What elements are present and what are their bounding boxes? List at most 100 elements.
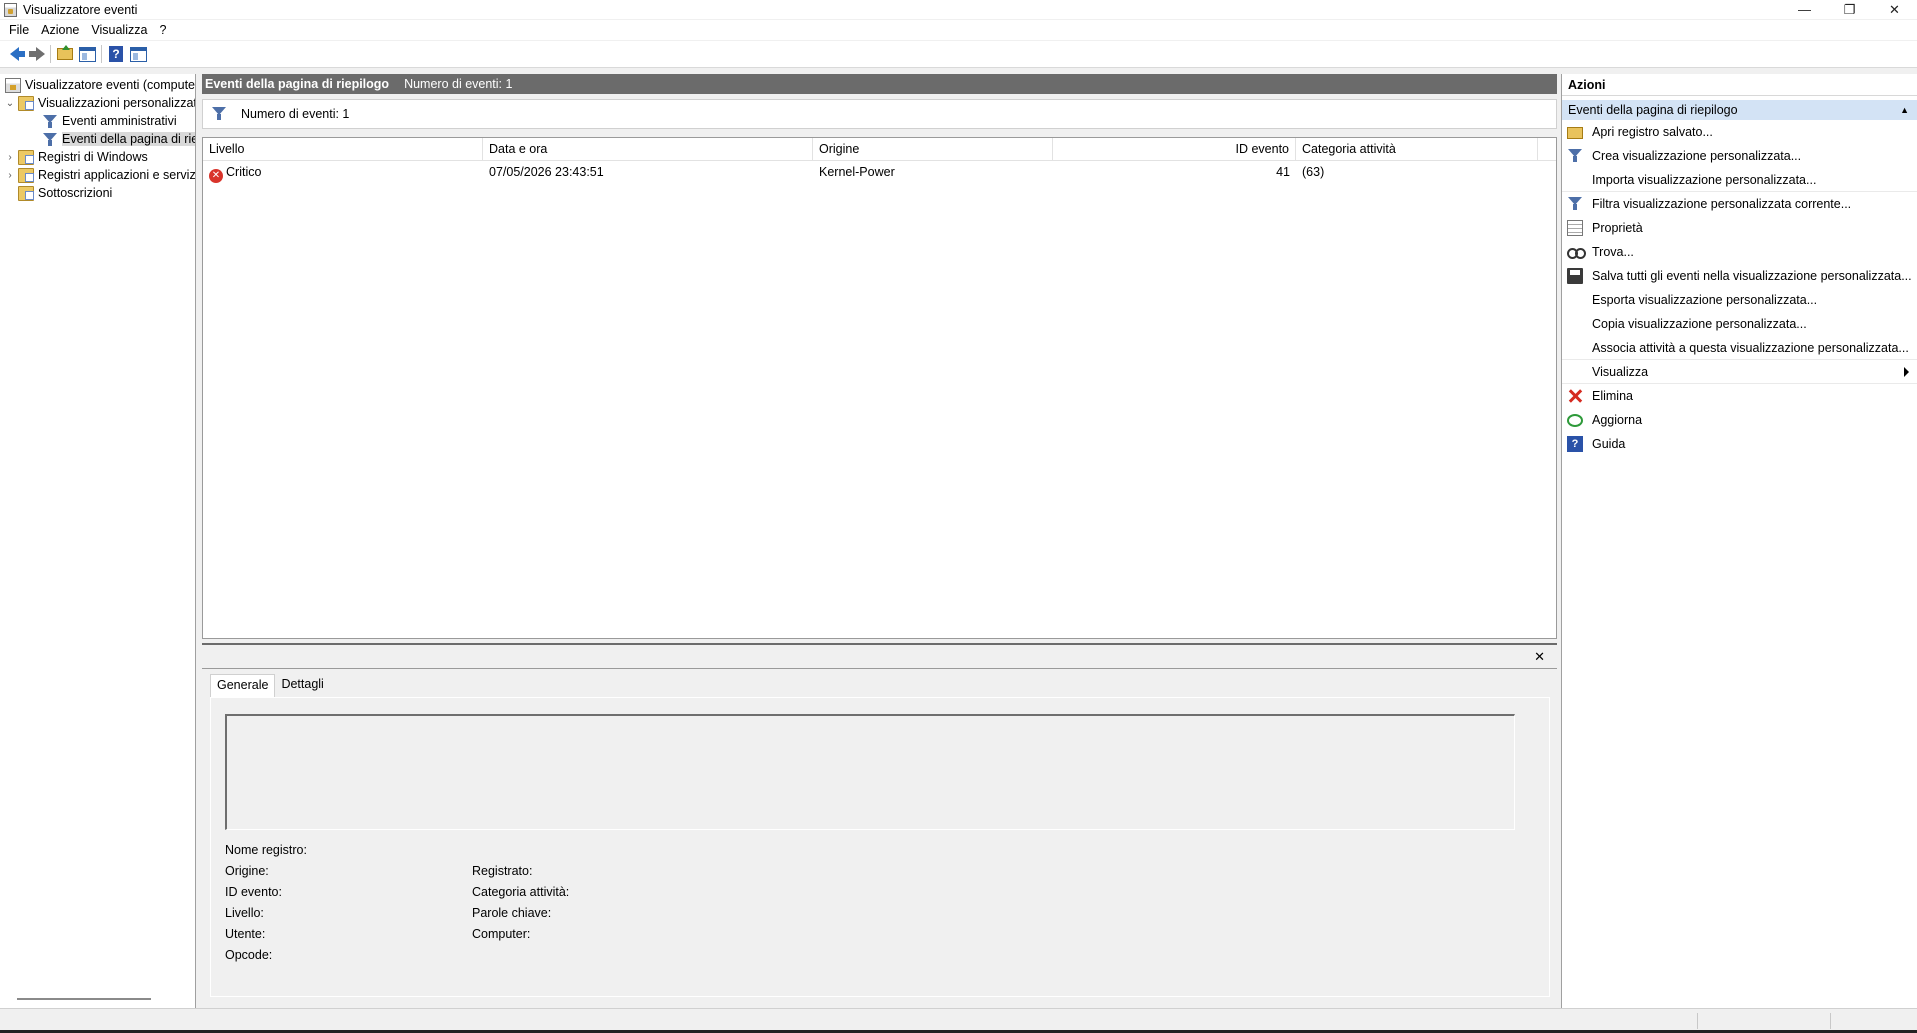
horizontal-scrollbar[interactable] — [17, 998, 151, 1000]
submenu-arrow-icon — [1904, 367, 1909, 377]
chevron-down-icon[interactable]: ⌄ — [5, 98, 15, 109]
menu-file[interactable]: File — [3, 23, 35, 37]
action-refresh[interactable]: Aggiorna — [1562, 408, 1917, 432]
minimize-button[interactable]: — — [1782, 0, 1827, 19]
tree-item-label: Registri applicazioni e servizi — [38, 168, 196, 182]
action-properties[interactable]: Proprietà — [1562, 216, 1917, 240]
back-button[interactable] — [3, 43, 25, 65]
view-title: Eventi della pagina di riepilogo — [205, 77, 390, 91]
column-header-source[interactable]: Origine — [813, 138, 1053, 161]
field-source: Origine: — [225, 864, 269, 878]
action-save-all-events[interactable]: Salva tutti gli eventi nella visualizzaz… — [1562, 264, 1917, 288]
menu-help[interactable]: ? — [153, 23, 172, 37]
close-button[interactable]: ✕ — [1872, 0, 1917, 19]
event-description-box[interactable] — [225, 714, 1515, 830]
save-icon — [1567, 268, 1583, 284]
collapse-icon[interactable]: ▲ — [1900, 100, 1909, 120]
column-header-level[interactable]: Livello — [203, 138, 483, 161]
filter-event-count: Numero di eventi: 1 — [241, 107, 350, 121]
action-label: Filtra visualizzazione personalizzata co… — [1592, 197, 1852, 211]
tree-item-label: Visualizzatore eventi (computer locale) — [25, 78, 196, 92]
up-one-level-button[interactable] — [54, 43, 76, 65]
table-row[interactable]: ✕ Critico 07/05/2026 23:43:51 Kernel-Powe… — [203, 162, 1556, 183]
toolbar-separator — [101, 45, 102, 63]
field-task-category: Categoria attività: — [472, 885, 570, 899]
folder-icon — [18, 167, 34, 183]
chevron-right-icon[interactable]: › — [5, 170, 15, 181]
show-hide-console-tree-button[interactable] — [76, 43, 98, 65]
event-viewer-icon — [5, 77, 21, 93]
event-viewer-icon — [4, 2, 17, 17]
events-table: Livello Data e ora Origine ID evento Cat… — [202, 137, 1557, 639]
cell-source: Kernel-Power — [819, 165, 895, 179]
action-export-custom-view[interactable]: Esporta visualizzazione personalizzata..… — [1562, 288, 1917, 312]
action-delete[interactable]: Elimina — [1562, 384, 1917, 408]
blank-icon — [1567, 340, 1583, 356]
action-label: Guida — [1592, 437, 1626, 451]
filter-icon — [1567, 196, 1583, 212]
action-label: Associa attività a questa visualizzazion… — [1592, 340, 1909, 355]
help-icon: ? — [1567, 436, 1583, 452]
show-hide-console-tree-icon — [78, 46, 96, 62]
action-view-submenu[interactable]: Visualizza — [1562, 360, 1917, 384]
field-computer: Computer: — [472, 927, 531, 941]
close-icon[interactable]: ✕ — [1534, 649, 1545, 665]
action-import-custom-view[interactable]: Importa visualizzazione personalizzata..… — [1562, 168, 1917, 192]
blank-icon — [1567, 316, 1583, 332]
menu-azione[interactable]: Azione — [35, 23, 85, 37]
action-label: Proprietà — [1592, 221, 1643, 235]
title-bar: Visualizzatore eventi — ❐ ✕ — [0, 0, 1917, 19]
show-hide-action-pane-icon — [129, 46, 147, 62]
filter-icon — [42, 114, 58, 129]
forward-button[interactable] — [25, 43, 47, 65]
tree-item-admin-events[interactable]: Eventi amministrativi — [42, 112, 177, 130]
action-help[interactable]: ? Guida — [1562, 432, 1917, 456]
find-icon — [1567, 244, 1586, 260]
folder-icon — [18, 149, 34, 165]
field-logged: Registrato: — [472, 864, 533, 878]
column-header-datetime[interactable]: Data e ora — [483, 138, 813, 161]
details-tabs: Generale Dettagli — [210, 674, 330, 697]
forward-arrow-icon — [28, 47, 45, 61]
help-icon: ? — [109, 46, 123, 62]
show-hide-action-pane-button[interactable] — [127, 43, 149, 65]
action-label: Elimina — [1592, 389, 1633, 403]
tree-item-event-viewer[interactable]: Visualizzatore eventi (computer locale) — [5, 76, 196, 94]
action-filter-current-view[interactable]: Filtra visualizzazione personalizzata co… — [1562, 192, 1917, 216]
menu-visualizza[interactable]: Visualizza — [85, 23, 153, 37]
toolbar: ? — [0, 41, 1917, 68]
column-header-event-id[interactable]: ID evento — [1053, 138, 1296, 161]
tree-item-label: Sottoscrizioni — [38, 186, 113, 200]
tree-item-windows-logs[interactable]: › Registri di Windows — [5, 148, 148, 166]
action-open-saved-log[interactable]: Apri registro salvato... — [1562, 120, 1917, 144]
action-copy-custom-view[interactable]: Copia visualizzazione personalizzata... — [1562, 312, 1917, 336]
tree-item-subscriptions[interactable]: Sottoscrizioni — [18, 184, 112, 202]
action-label: Salva tutti gli eventi nella visualizzaz… — [1592, 269, 1912, 283]
back-arrow-icon — [9, 47, 25, 61]
action-label: Importa visualizzazione personalizzata..… — [1592, 172, 1817, 187]
tree-item-app-service-logs[interactable]: › Registri applicazioni e servizi — [5, 166, 196, 184]
action-find[interactable]: Trova... — [1562, 240, 1917, 264]
actions-title: Azioni — [1562, 74, 1917, 96]
tab-generale[interactable]: Generale — [210, 674, 276, 697]
critical-icon: ✕ — [209, 169, 223, 183]
field-opcode: Opcode: — [225, 948, 273, 962]
help-button[interactable]: ? — [105, 43, 127, 65]
restore-button[interactable]: ❐ — [1827, 0, 1872, 19]
tree-item-label: Visualizzazioni personalizzate — [38, 96, 196, 110]
tab-dettagli[interactable]: Dettagli — [275, 674, 329, 697]
action-create-custom-view[interactable]: Crea visualizzazione personalizzata... — [1562, 144, 1917, 168]
tree-item-summary-page-events[interactable]: Eventi della pagina di riepilogo — [42, 130, 195, 148]
level-text: Critico — [226, 165, 262, 179]
folder-icon — [18, 95, 34, 111]
column-header-task-category[interactable]: Categoria attività — [1296, 138, 1538, 161]
filter-bar: Numero di eventi: 1 — [202, 99, 1557, 129]
action-attach-task[interactable]: Associa attività a questa visualizzazion… — [1562, 336, 1917, 360]
field-keywords: Parole chiave: — [472, 906, 552, 920]
chevron-right-icon[interactable]: › — [5, 152, 15, 163]
actions-group-header[interactable]: Eventi della pagina di riepilogo ▲ — [1562, 100, 1917, 120]
action-label: Crea visualizzazione personalizzata... — [1592, 149, 1802, 163]
tree-item-custom-views[interactable]: ⌄ Visualizzazioni personalizzate — [5, 94, 196, 112]
status-divider — [1830, 1013, 1831, 1029]
blank-icon — [1567, 292, 1583, 308]
